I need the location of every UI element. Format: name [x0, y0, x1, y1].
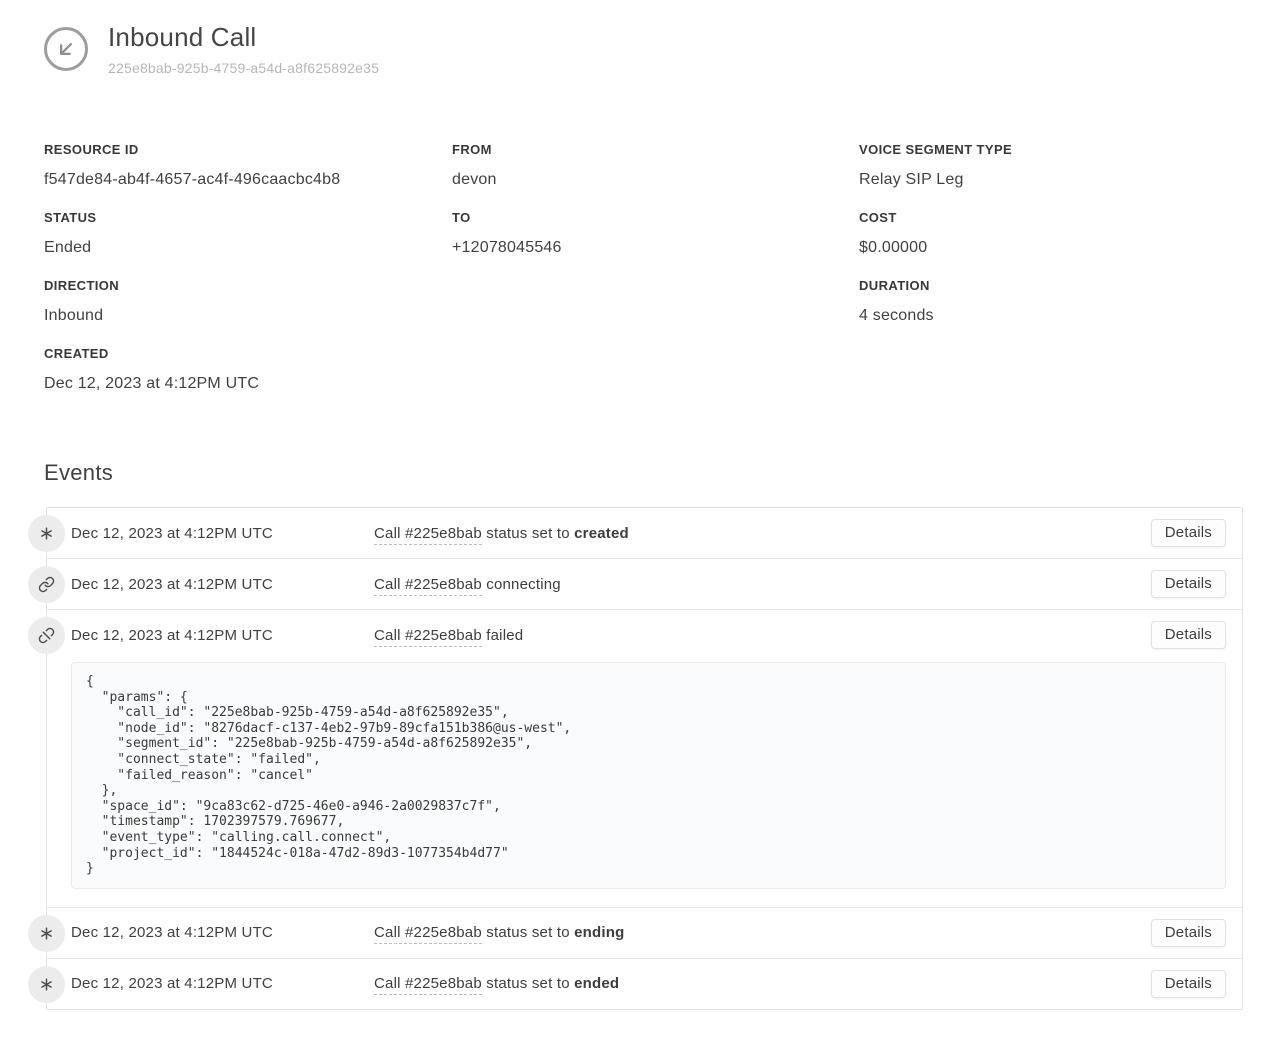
header-text: Inbound Call 225e8bab-925b-4759-a54d-a8f… — [108, 22, 379, 76]
field-cost: COST $0.00000 — [859, 210, 1243, 258]
events-section-title: Events — [44, 460, 1243, 486]
call-link[interactable]: Call #225e8bab — [374, 627, 482, 647]
event-row-main: Dec 12, 2023 at 4:12PM UTC Call #225e8ba… — [71, 508, 1226, 558]
inbound-call-icon — [44, 27, 88, 71]
field-voice-segment-type: VOICE SEGMENT TYPE Relay SIP Leg — [859, 142, 1243, 190]
field-direction: DIRECTION Inbound — [44, 278, 452, 326]
field-value: devon — [452, 169, 859, 190]
details-column-3: VOICE SEGMENT TYPE Relay SIP Leg COST $0… — [859, 142, 1243, 414]
event-timestamp: Dec 12, 2023 at 4:12PM UTC — [71, 525, 374, 542]
page-header: Inbound Call 225e8bab-925b-4759-a54d-a8f… — [44, 22, 1243, 76]
event-timestamp: Dec 12, 2023 at 4:12PM UTC — [71, 975, 374, 992]
field-label: VOICE SEGMENT TYPE — [859, 142, 1243, 157]
field-label: RESOURCE ID — [44, 142, 452, 157]
details-button[interactable]: Details — [1151, 621, 1226, 649]
field-resource-id: RESOURCE ID f547de84-ab4f-4657-ac4f-496c… — [44, 142, 452, 190]
field-label: COST — [859, 210, 1243, 225]
field-value: Dec 12, 2023 at 4:12PM UTC — [44, 373, 452, 394]
details-button[interactable]: Details — [1151, 570, 1226, 598]
events-list: Dec 12, 2023 at 4:12PM UTC Call #225e8ba… — [46, 507, 1243, 1010]
event-row-main: Dec 12, 2023 at 4:12PM UTC Call #225e8ba… — [71, 908, 1226, 958]
details-button[interactable]: Details — [1151, 970, 1226, 998]
event-text: status set to — [482, 975, 574, 992]
field-value: Inbound — [44, 305, 452, 326]
field-value: 4 seconds — [859, 305, 1243, 326]
field-label: TO — [452, 210, 859, 225]
details-button[interactable]: Details — [1151, 919, 1226, 947]
event-row-ending: Dec 12, 2023 at 4:12PM UTC Call #225e8ba… — [47, 908, 1242, 959]
field-value: f547de84-ab4f-4657-ac4f-496caacbc4b8 — [44, 169, 452, 190]
event-timestamp: Dec 12, 2023 at 4:12PM UTC — [71, 924, 374, 941]
details-column-2: FROM devon TO +12078045546 — [452, 142, 859, 414]
link-icon — [28, 566, 65, 603]
event-message: Call #225e8bab connecting — [374, 576, 1151, 593]
event-row-created: Dec 12, 2023 at 4:12PM UTC Call #225e8ba… — [47, 508, 1242, 559]
call-id-subtitle: 225e8bab-925b-4759-a54d-a8f625892e35 — [108, 60, 379, 76]
details-button[interactable]: Details — [1151, 519, 1226, 547]
field-value: Relay SIP Leg — [859, 169, 1243, 190]
field-status: STATUS Ended — [44, 210, 452, 258]
call-detail-page: Inbound Call 225e8bab-925b-4759-a54d-a8f… — [0, 0, 1272, 1050]
event-message: Call #225e8bab status set to ending — [374, 924, 1151, 941]
field-label: DURATION — [859, 278, 1243, 293]
page-title: Inbound Call — [108, 22, 379, 53]
field-label: FROM — [452, 142, 859, 157]
event-text: failed — [482, 627, 523, 644]
event-row-main: Dec 12, 2023 at 4:12PM UTC Call #225e8ba… — [71, 610, 1226, 660]
event-status-word: created — [574, 525, 629, 542]
event-row-main: Dec 12, 2023 at 4:12PM UTC Call #225e8ba… — [71, 559, 1226, 609]
details-column-1: RESOURCE ID f547de84-ab4f-4657-ac4f-496c… — [44, 142, 452, 414]
event-message: Call #225e8bab status set to ended — [374, 975, 1151, 992]
field-value: +12078045546 — [452, 237, 859, 258]
event-row-failed: Dec 12, 2023 at 4:12PM UTC Call #225e8ba… — [47, 610, 1242, 908]
field-label: CREATED — [44, 346, 452, 361]
field-duration: DURATION 4 seconds — [859, 278, 1243, 326]
event-status-word: ending — [574, 924, 624, 941]
event-text: status set to — [482, 924, 574, 941]
field-from: FROM devon — [452, 142, 859, 190]
broken-link-icon — [28, 617, 65, 654]
field-created: CREATED Dec 12, 2023 at 4:12PM UTC — [44, 346, 452, 394]
call-details-grid: RESOURCE ID f547de84-ab4f-4657-ac4f-496c… — [44, 142, 1243, 414]
field-value: $0.00000 — [859, 237, 1243, 258]
event-timestamp: Dec 12, 2023 at 4:12PM UTC — [71, 627, 374, 644]
event-row-main: Dec 12, 2023 at 4:12PM UTC Call #225e8ba… — [71, 959, 1226, 1009]
field-label: DIRECTION — [44, 278, 452, 293]
event-message: Call #225e8bab status set to created — [374, 525, 1151, 542]
event-row-connecting: Dec 12, 2023 at 4:12PM UTC Call #225e8ba… — [47, 559, 1242, 610]
event-message: Call #225e8bab failed — [374, 627, 1151, 644]
event-timestamp: Dec 12, 2023 at 4:12PM UTC — [71, 576, 374, 593]
asterisk-icon — [28, 515, 65, 552]
field-to: TO +12078045546 — [452, 210, 859, 258]
field-label: STATUS — [44, 210, 452, 225]
call-link[interactable]: Call #225e8bab — [374, 525, 482, 545]
event-row-ended: Dec 12, 2023 at 4:12PM UTC Call #225e8ba… — [47, 959, 1242, 1009]
event-text: connecting — [482, 576, 561, 593]
event-text: status set to — [482, 525, 574, 542]
asterisk-icon — [28, 966, 65, 1003]
call-link[interactable]: Call #225e8bab — [374, 924, 482, 944]
call-link[interactable]: Call #225e8bab — [374, 576, 482, 596]
field-value: Ended — [44, 237, 452, 258]
event-payload-json: { "params": { "call_id": "225e8bab-925b-… — [71, 662, 1226, 889]
event-status-word: ended — [574, 975, 619, 992]
call-link[interactable]: Call #225e8bab — [374, 975, 482, 995]
asterisk-icon — [28, 915, 65, 952]
